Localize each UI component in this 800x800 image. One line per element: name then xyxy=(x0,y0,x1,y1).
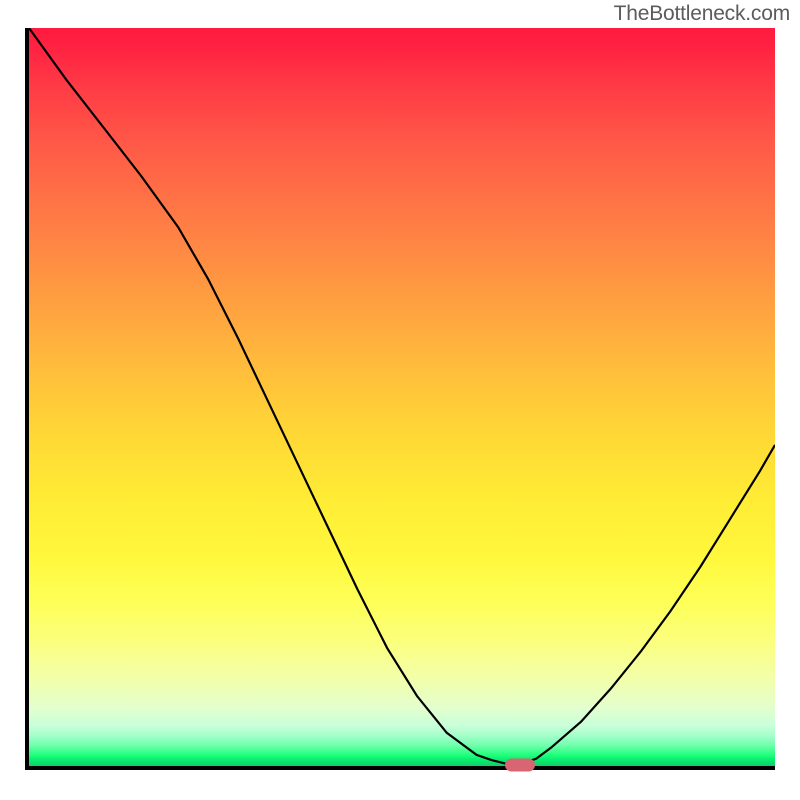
watermark-text: TheBottleneck.com xyxy=(614,2,790,26)
plot-area xyxy=(25,28,775,770)
bottleneck-curve xyxy=(29,28,775,766)
optimal-marker xyxy=(505,758,535,771)
